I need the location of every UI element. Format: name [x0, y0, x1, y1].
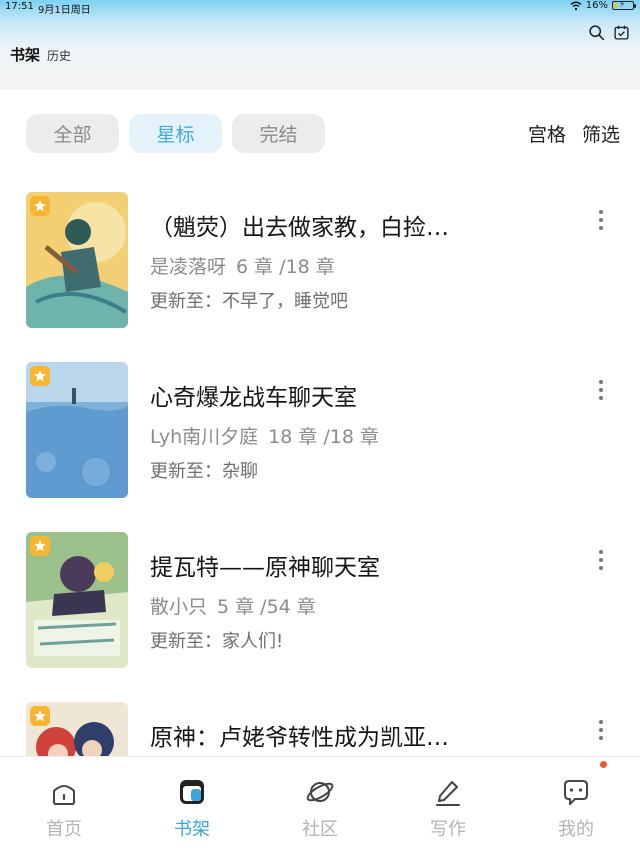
nav-community[interactable]: 社区 [256, 757, 384, 854]
star-icon [34, 540, 46, 552]
bookshelf-icon [180, 780, 204, 804]
filter-button[interactable]: 筛选 [582, 120, 620, 147]
book-update: 更新至：家人们! [150, 631, 284, 652]
battery-icon: ⚡ [612, 0, 636, 10]
nav-label: 写作 [430, 819, 466, 840]
book-update: 更新至：杂聊 [150, 461, 258, 482]
book-update: 更新至：不早了，睡觉吧 [150, 291, 348, 312]
more-options-icon[interactable] [596, 550, 606, 574]
more-options-icon[interactable] [596, 380, 606, 404]
wifi-icon [570, 1, 582, 10]
more-options-icon[interactable] [596, 720, 606, 744]
home-icon [53, 785, 75, 805]
status-right: 16% ⚡ [570, 0, 636, 11]
book-item[interactable]: 心奇爆龙战车聊天室 Lyh南川夕庭 18 章 /18 章 更新至：杂聊 [0, 340, 640, 510]
book-cover[interactable] [26, 362, 128, 498]
status-date: 9月1日周日 [38, 5, 91, 16]
star-badge [30, 366, 50, 386]
book-title[interactable]: 提瓦特——原神聊天室 [150, 548, 560, 582]
chat-bubble-icon [564, 780, 588, 805]
pencil-icon [436, 781, 460, 806]
page-title[interactable]: 书架 [10, 44, 40, 65]
nav-label: 我的 [558, 819, 594, 840]
book-item[interactable]: 提瓦特——原神聊天室 散小只 5 章 /54 章 更新至：家人们! [0, 510, 640, 680]
book-author: Lyh南川夕庭 [150, 426, 259, 448]
nav-label: 社区 [302, 819, 338, 840]
star-icon [34, 370, 46, 382]
search-icon[interactable] [588, 24, 605, 41]
book-meta: Lyh南川夕庭 18 章 /18 章 [150, 422, 379, 449]
status-time: 17:51 [5, 1, 34, 12]
header: 17:51 9月1日周日 16% ⚡ 书架 历史 [0, 0, 640, 90]
star-icon [34, 200, 46, 212]
header-actions [588, 24, 630, 41]
calendar-check-icon[interactable] [613, 24, 630, 41]
grid-view-button[interactable]: 宫格 [528, 120, 566, 147]
star-badge [30, 536, 50, 556]
nav-bookshelf[interactable]: 书架 [128, 757, 256, 854]
nav-write[interactable]: 写作 [384, 757, 512, 854]
star-badge [30, 196, 50, 216]
book-author: 散小只 [150, 596, 208, 618]
tab-completed[interactable]: 完结 [232, 114, 325, 153]
battery-percent: 16% [585, 0, 608, 11]
nav-home[interactable]: 首页 [0, 757, 128, 854]
book-progress: 18 章 /18 章 [268, 426, 380, 448]
book-cover[interactable] [26, 192, 128, 328]
book-meta: 散小只 5 章 /54 章 [150, 592, 316, 619]
filter-tabs: 全部 星标 完结 [26, 114, 325, 153]
book-title[interactable]: 心奇爆龙战车聊天室 [150, 378, 560, 412]
tab-starred[interactable]: 星标 [129, 114, 222, 153]
book-meta: 是凌落呀 6 章 /18 章 [150, 252, 335, 279]
bottom-nav: 首页 书架 社区 写作 我的 [0, 756, 640, 854]
book-cover[interactable] [26, 532, 128, 668]
book-progress: 5 章 /54 章 [217, 596, 316, 618]
star-badge [30, 706, 50, 726]
view-options: 宫格 筛选 [528, 120, 620, 147]
book-item[interactable]: （魈荧）出去做家教，白捡… 是凌落呀 6 章 /18 章 更新至：不早了，睡觉吧 [0, 170, 640, 340]
nav-label: 书架 [174, 819, 210, 840]
book-title[interactable]: （魈荧）出去做家教，白捡… [150, 208, 560, 242]
tab-all[interactable]: 全部 [26, 114, 119, 153]
status-bar: 17:51 9月1日周日 16% ⚡ [0, 0, 640, 16]
more-options-icon[interactable] [596, 210, 606, 234]
nav-label: 首页 [46, 819, 82, 840]
star-icon [34, 710, 46, 722]
book-author: 是凌落呀 [150, 256, 227, 278]
notification-dot [600, 761, 607, 768]
planet-icon [306, 782, 334, 802]
history-tab[interactable]: 历史 [47, 47, 71, 64]
book-title[interactable]: 原神：卢姥爷转性成为凯亚… [150, 718, 560, 752]
nav-mine[interactable]: 我的 [512, 757, 640, 854]
book-progress: 6 章 /18 章 [236, 256, 335, 278]
